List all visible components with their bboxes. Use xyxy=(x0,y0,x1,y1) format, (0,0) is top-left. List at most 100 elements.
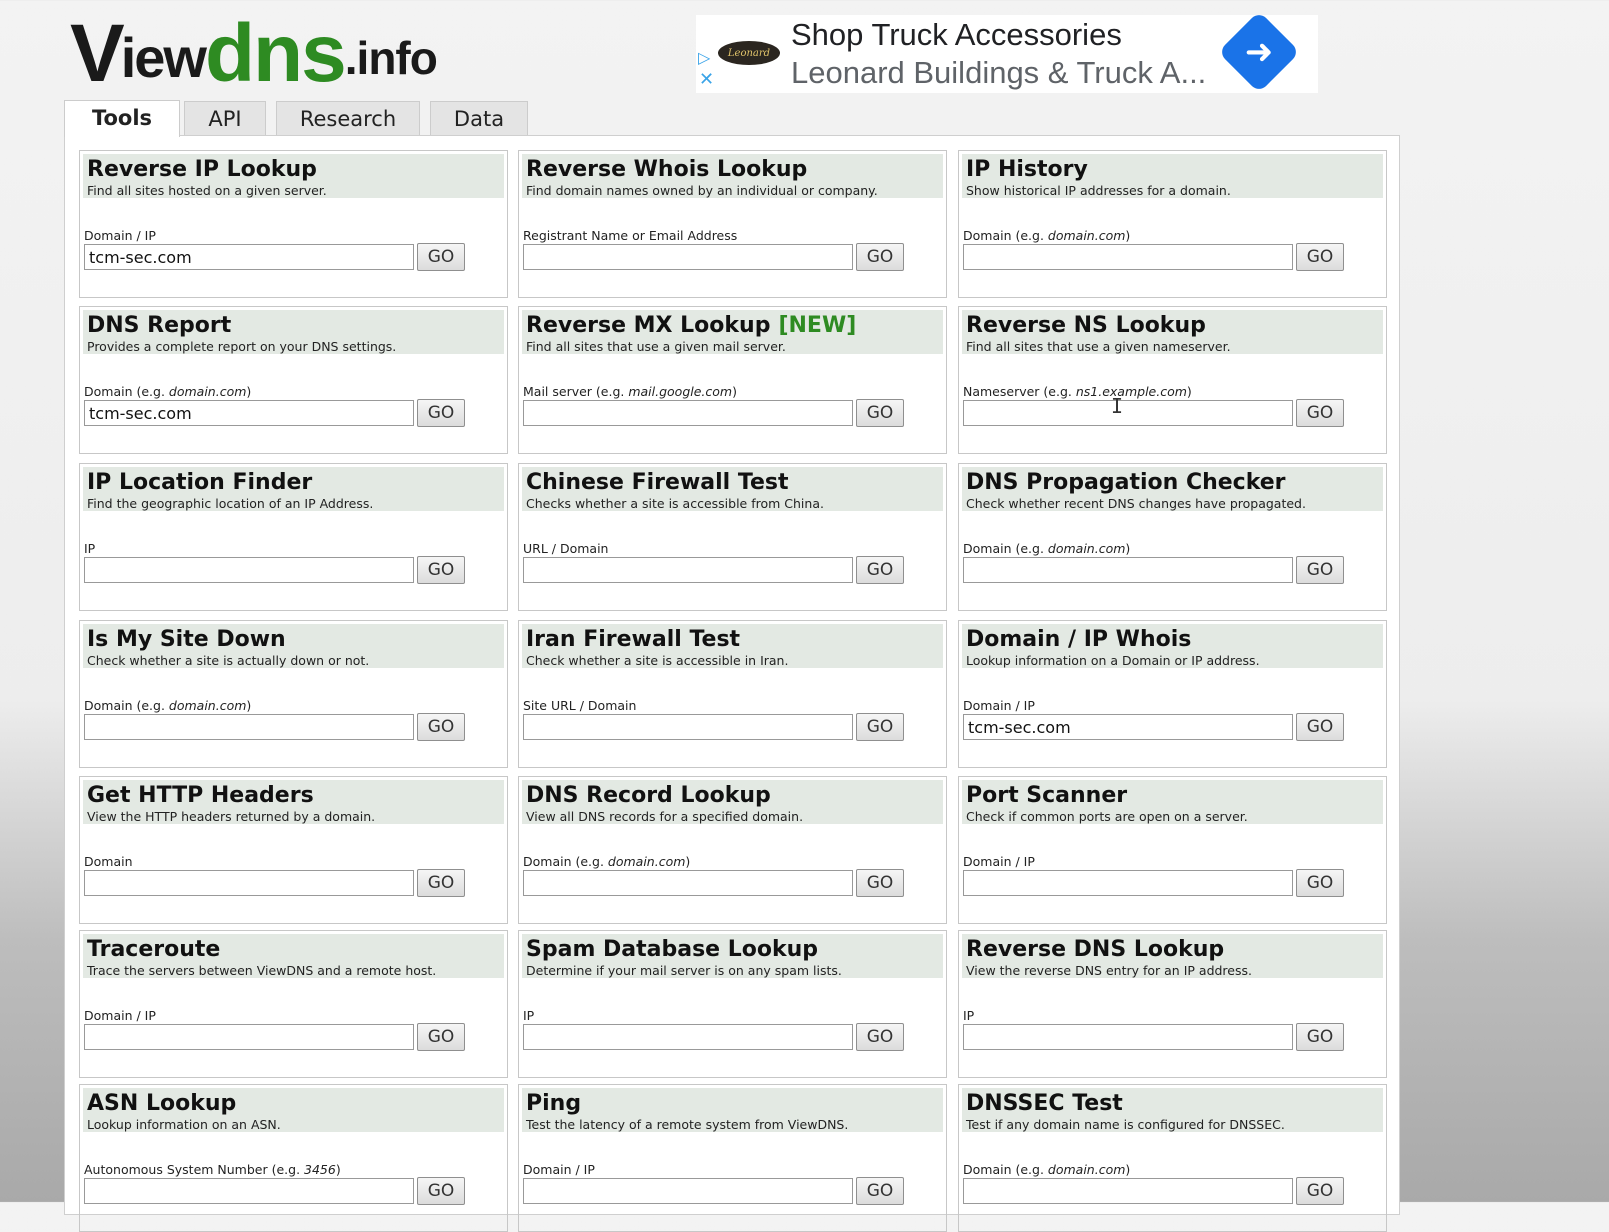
tool-title[interactable]: DNS Record Lookup xyxy=(526,781,771,811)
go-button[interactable]: GO xyxy=(1296,556,1344,584)
tool-title-text[interactable]: Reverse NS Lookup xyxy=(966,313,1206,338)
traceroute-input[interactable] xyxy=(84,1024,414,1050)
tool-title[interactable]: Iran Firewall Test xyxy=(526,625,740,655)
field-label-close: ) xyxy=(1186,384,1192,399)
get-http-headers-input[interactable] xyxy=(84,870,414,896)
go-button[interactable]: GO xyxy=(856,556,904,584)
tool-title[interactable]: DNS Propagation Checker xyxy=(966,468,1286,498)
go-button[interactable]: GO xyxy=(417,556,465,584)
go-button[interactable]: GO xyxy=(417,1177,465,1205)
tool-title[interactable]: IP History xyxy=(966,155,1088,185)
ping-input[interactable] xyxy=(523,1178,853,1204)
tool-title[interactable]: Spam Database Lookup xyxy=(526,935,818,965)
ip-location-finder-input[interactable] xyxy=(84,557,414,583)
tool-title-text[interactable]: DNS Propagation Checker xyxy=(966,470,1286,495)
go-button[interactable]: GO xyxy=(856,1177,904,1205)
go-button[interactable]: GO xyxy=(417,1023,465,1051)
ad-subtitle[interactable]: Leonard Buildings & Truck A... xyxy=(791,55,1206,91)
go-button[interactable]: GO xyxy=(1296,1177,1344,1205)
tab-api[interactable]: API xyxy=(184,101,266,136)
tool-title-text[interactable]: DNS Record Lookup xyxy=(526,783,771,808)
tool-title-text[interactable]: Reverse Whois Lookup xyxy=(526,157,807,182)
go-button[interactable]: GO xyxy=(856,869,904,897)
go-button[interactable]: GO xyxy=(417,869,465,897)
field-label-close: ) xyxy=(685,854,691,869)
dns-report-input[interactable] xyxy=(84,400,414,426)
tool-title[interactable]: Domain / IP Whois xyxy=(966,625,1191,655)
is-my-site-down-input[interactable] xyxy=(84,714,414,740)
viewdns-logo[interactable]: V iew dns .info xyxy=(70,13,438,95)
tool-title[interactable]: Port Scanner xyxy=(966,781,1127,811)
tool-title[interactable]: Reverse NS Lookup xyxy=(966,311,1206,341)
tool-title-text[interactable]: Domain / IP Whois xyxy=(966,627,1191,652)
go-button[interactable]: GO xyxy=(417,399,465,427)
tool-title[interactable]: Get HTTP Headers xyxy=(87,781,314,811)
ad-title[interactable]: Shop Truck Accessories xyxy=(791,17,1122,53)
dnssec-test-input[interactable] xyxy=(963,1178,1293,1204)
tool-title-text[interactable]: Chinese Firewall Test xyxy=(526,470,788,495)
tool-title[interactable]: Reverse IP Lookup xyxy=(87,155,317,185)
tab-tools[interactable]: Tools xyxy=(64,100,180,137)
tool-title[interactable]: Traceroute xyxy=(87,935,220,965)
reverse-ns-lookup-input[interactable] xyxy=(963,400,1293,426)
tool-title[interactable]: Ping xyxy=(526,1089,581,1119)
go-button[interactable]: GO xyxy=(417,243,465,271)
go-button[interactable]: GO xyxy=(1296,713,1344,741)
tab-research[interactable]: Research xyxy=(276,101,420,136)
tool-title[interactable]: DNSSEC Test xyxy=(966,1089,1123,1119)
tool-title[interactable]: ASN Lookup xyxy=(87,1089,236,1119)
tab-data[interactable]: Data xyxy=(430,101,528,136)
ad-banner[interactable]: ▷ ✕ Leonard Shop Truck Accessories Leona… xyxy=(696,15,1318,93)
tool-title[interactable]: IP Location Finder xyxy=(87,468,312,498)
iran-firewall-test-input[interactable] xyxy=(523,714,853,740)
port-scanner-input[interactable] xyxy=(963,870,1293,896)
tool-title[interactable]: Reverse MX Lookup [NEW] xyxy=(526,311,856,341)
tool-title-text[interactable]: Reverse IP Lookup xyxy=(87,157,317,182)
ip-history-input[interactable] xyxy=(963,244,1293,270)
tool-title[interactable]: Chinese Firewall Test xyxy=(526,468,788,498)
field-label: Domain / IP xyxy=(84,1009,156,1023)
reverse-whois-lookup-input[interactable] xyxy=(523,244,853,270)
go-button[interactable]: GO xyxy=(417,713,465,741)
asn-lookup-input[interactable] xyxy=(84,1178,414,1204)
go-button[interactable]: GO xyxy=(856,399,904,427)
go-button[interactable]: GO xyxy=(1296,1023,1344,1051)
tool-title-text[interactable]: DNS Report xyxy=(87,313,231,338)
go-button[interactable]: GO xyxy=(1296,399,1344,427)
chinese-firewall-test-input[interactable] xyxy=(523,557,853,583)
tool-title-text[interactable]: ASN Lookup xyxy=(87,1091,236,1116)
go-button[interactable]: GO xyxy=(856,243,904,271)
spam-database-lookup-input[interactable] xyxy=(523,1024,853,1050)
tool-title-text[interactable]: Port Scanner xyxy=(966,783,1127,808)
tool-title-text[interactable]: Reverse MX Lookup xyxy=(526,313,770,338)
dns-record-lookup-input[interactable] xyxy=(523,870,853,896)
tool-title-text[interactable]: IP History xyxy=(966,157,1088,182)
tool-title[interactable]: Reverse Whois Lookup xyxy=(526,155,807,185)
tool-title-text[interactable]: Traceroute xyxy=(87,937,220,962)
tool-title-text[interactable]: IP Location Finder xyxy=(87,470,312,495)
reverse-dns-lookup-input[interactable] xyxy=(963,1024,1293,1050)
field-label-text: URL / Domain xyxy=(523,541,609,556)
tool-title-text[interactable]: Iran Firewall Test xyxy=(526,627,740,652)
tool-title[interactable]: Is My Site Down xyxy=(87,625,286,655)
tool-title-text[interactable]: Reverse DNS Lookup xyxy=(966,937,1224,962)
tool-title-text[interactable]: Is My Site Down xyxy=(87,627,286,652)
tool-title-text[interactable]: Ping xyxy=(526,1091,581,1116)
go-button[interactable]: GO xyxy=(856,713,904,741)
adchoices-icon[interactable]: ▷ xyxy=(698,49,710,67)
dns-propagation-checker-input[interactable] xyxy=(963,557,1293,583)
ad-close-icon[interactable]: ✕ xyxy=(699,71,714,89)
go-button[interactable]: GO xyxy=(1296,869,1344,897)
go-button[interactable]: GO xyxy=(1296,243,1344,271)
tool-title[interactable]: DNS Report xyxy=(87,311,231,341)
reverse-mx-lookup-input[interactable] xyxy=(523,400,853,426)
tool-title[interactable]: Reverse DNS Lookup xyxy=(966,935,1224,965)
reverse-ip-lookup-input[interactable] xyxy=(84,244,414,270)
tool-title-text[interactable]: Spam Database Lookup xyxy=(526,937,818,962)
field-label-text: Domain (e.g. xyxy=(523,854,608,869)
go-button[interactable]: GO xyxy=(856,1023,904,1051)
tool-title-text[interactable]: DNSSEC Test xyxy=(966,1091,1123,1116)
domain-ip-whois-input[interactable] xyxy=(963,714,1293,740)
tool-title-text[interactable]: Get HTTP Headers xyxy=(87,783,314,808)
text-cursor-icon: I xyxy=(1111,394,1124,418)
